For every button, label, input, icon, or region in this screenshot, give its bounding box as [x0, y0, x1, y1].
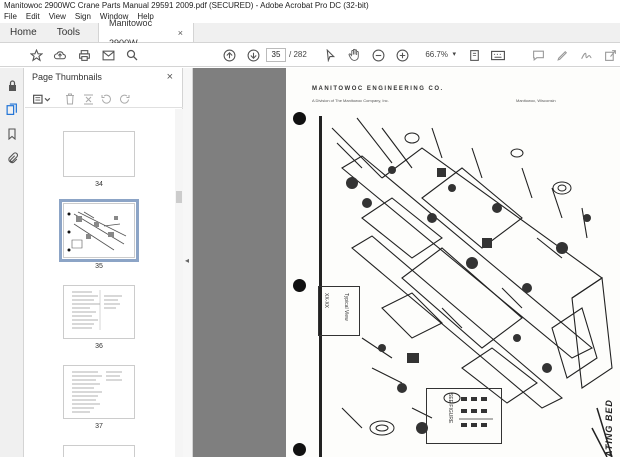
panel-close-icon[interactable]: ×: [167, 71, 173, 83]
star-icon[interactable]: [28, 47, 44, 63]
thumbnail-diagram-image: [67, 208, 130, 253]
zoom-in-icon[interactable]: [394, 47, 410, 63]
menu-file[interactable]: File: [4, 11, 17, 23]
tab-home[interactable]: Home: [0, 23, 47, 42]
page-thumbnail-34[interactable]: [63, 131, 135, 177]
cloud-upload-icon[interactable]: [52, 47, 68, 63]
arrow-down-icon[interactable]: [245, 47, 261, 63]
thumbnail-table-image: [72, 371, 122, 413]
fit-page-icon[interactable]: [466, 47, 482, 63]
page-thumbnail-38[interactable]: [63, 445, 135, 457]
chevron-left-icon: ◂: [185, 256, 190, 265]
rotate-right-icon[interactable]: [117, 92, 131, 106]
zoom-out-icon[interactable]: [370, 47, 386, 63]
print-icon[interactable]: [76, 47, 92, 63]
thumbnail-options-icon[interactable]: [32, 92, 52, 106]
thumbnail-table-image: [72, 290, 122, 330]
panel-title: Page Thumbnails: [32, 72, 102, 82]
keyboard-icon[interactable]: [490, 47, 506, 63]
tab-bar: Home Tools Manitowoc 2900W... ×: [0, 18, 620, 48]
inset-label: Typical View: [343, 293, 349, 321]
panel-collapse-handle[interactable]: ◂: [183, 68, 193, 457]
lock-icon[interactable]: [4, 78, 20, 94]
detail-inset: SEE FIGURE: [426, 388, 502, 444]
page-subheader-right: Manitowoc, Wisconsin: [516, 98, 556, 103]
page-thumbnail-36[interactable]: [63, 285, 135, 339]
binder-hole: [293, 112, 306, 125]
thumbnail-scrollbar[interactable]: [175, 109, 183, 457]
zoom-level-value: 66.7%: [425, 50, 448, 59]
menu-view[interactable]: View: [49, 11, 66, 23]
page-thumbnail-label: 36: [95, 343, 103, 350]
tab-document[interactable]: Manitowoc 2900W... ×: [98, 18, 195, 48]
extract-icon[interactable]: [81, 92, 95, 106]
chevron-down-icon: ▾: [452, 51, 456, 58]
binder-hole: [293, 443, 306, 456]
page-thumbnail-35[interactable]: [59, 199, 139, 262]
page-thumbnail-label: 35: [95, 263, 103, 270]
page-subheader: A Division of The Manitowoc Company, Inc…: [312, 98, 389, 103]
tab-close-icon[interactable]: ×: [178, 23, 183, 43]
scrollbar-thumb[interactable]: [176, 191, 182, 203]
detail-inset-drawing: [459, 397, 493, 427]
hand-icon[interactable]: [346, 47, 362, 63]
tab-tools[interactable]: Tools: [47, 23, 90, 42]
trash-icon[interactable]: [63, 92, 77, 106]
menu-bar: File Edit View Sign Window Help: [0, 11, 620, 23]
panel-toolbar: [25, 90, 183, 108]
share-icon[interactable]: [602, 47, 618, 63]
paperclip-icon[interactable]: [4, 150, 20, 166]
thumbnail-list: 34 35 36 37: [25, 109, 175, 457]
arrow-up-icon[interactable]: [221, 47, 237, 63]
bookmark-icon[interactable]: [4, 126, 20, 142]
search-icon[interactable]: [124, 47, 140, 63]
menu-edit[interactable]: Edit: [26, 11, 40, 23]
navigation-rail: [0, 68, 24, 457]
window-title: Manitowoc 2900WC Crane Parts Manual 2959…: [0, 0, 620, 11]
mail-icon[interactable]: [100, 47, 116, 63]
page-thumbnail-label: 34: [95, 181, 103, 188]
toolbar: 35 / 282 66.7% ▾: [0, 43, 620, 67]
page-header: MANITOWOC ENGINEERING CO.: [312, 86, 444, 92]
inset-label-2: XX-XX: [323, 293, 329, 309]
page-thumbnails-icon[interactable]: [4, 101, 20, 117]
page-total: / 282: [289, 50, 307, 59]
page-thumbnail-label: 37: [95, 423, 103, 430]
document-view[interactable]: MANITOWOC ENGINEERING CO. A Division of …: [193, 68, 620, 457]
page-number-input[interactable]: 35: [266, 48, 286, 62]
page-thumbnail-37[interactable]: [63, 365, 135, 419]
pdf-page: MANITOWOC ENGINEERING CO. A Division of …: [286, 68, 620, 457]
comment-icon[interactable]: [530, 47, 546, 63]
sign-icon[interactable]: [578, 47, 594, 63]
page-thumbnails-panel: Page Thumbnails × 34 35 36 37: [25, 68, 183, 457]
rotate-left-icon[interactable]: [99, 92, 113, 106]
zoom-level-select[interactable]: 66.7% ▾: [418, 48, 456, 62]
menu-sign[interactable]: Sign: [75, 11, 91, 23]
select-arrow-icon[interactable]: [322, 47, 338, 63]
pen-icon[interactable]: [554, 47, 570, 63]
typical-view-inset: Typical View XX-XX: [318, 286, 360, 336]
binder-hole: [293, 279, 306, 292]
page-title-rotated: ATING BED: [604, 399, 614, 457]
